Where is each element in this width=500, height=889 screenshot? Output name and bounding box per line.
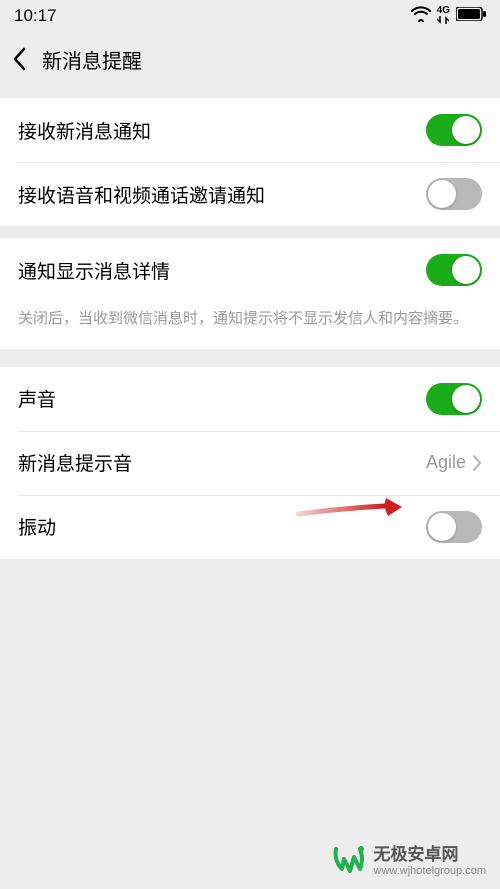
toggle-receive-new-messages[interactable]	[426, 114, 482, 146]
settings-group-detail: 通知显示消息详情 关闭后，当收到微信消息时，通知提示将不显示发信人和内容摘要。	[0, 238, 500, 349]
page-header: 新消息提醒	[0, 32, 500, 86]
watermark-url: www.wjhotelgroup.com	[374, 865, 487, 877]
toggle-show-message-detail[interactable]	[426, 254, 482, 286]
toggle-receive-call-invites[interactable]	[426, 178, 482, 210]
row-receive-new-messages[interactable]: 接收新消息通知	[0, 98, 500, 162]
back-icon[interactable]	[12, 47, 26, 71]
watermark-logo-icon	[330, 841, 366, 877]
wifi-icon	[411, 6, 431, 27]
page-title: 新消息提醒	[42, 45, 142, 74]
row-label: 新消息提示音	[18, 449, 132, 476]
status-time: 10:17	[14, 6, 57, 26]
row-label: 接收新消息通知	[18, 117, 151, 144]
row-sound[interactable]: 声音	[0, 367, 500, 431]
settings-group-notifications: 接收新消息通知 接收语音和视频通话邀请通知	[0, 98, 500, 226]
row-value: Agile	[426, 452, 466, 473]
chevron-right-icon	[472, 454, 482, 472]
watermark-brand: 无极安卓网	[374, 840, 487, 865]
settings-group-sound: 声音 新消息提示音 Agile 振动	[0, 367, 500, 559]
row-label: 振动	[18, 513, 56, 540]
battery-icon	[456, 6, 486, 26]
toggle-vibrate[interactable]	[426, 511, 482, 543]
row-notification-tone[interactable]: 新消息提示音 Agile	[0, 431, 500, 495]
row-label: 接收语音和视频通话邀请通知	[18, 181, 265, 208]
row-description: 关闭后，当收到微信消息时，通知提示将不显示发信人和内容摘要。	[0, 302, 500, 349]
status-bar: 10:17 4G	[0, 0, 500, 32]
row-label: 通知显示消息详情	[18, 257, 170, 284]
toggle-sound[interactable]	[426, 383, 482, 415]
row-vibrate[interactable]: 振动	[0, 495, 500, 559]
row-show-message-detail[interactable]: 通知显示消息详情	[0, 238, 500, 302]
network-icon: 4G	[437, 6, 450, 27]
row-label: 声音	[18, 385, 56, 412]
row-receive-call-invites[interactable]: 接收语音和视频通话邀请通知	[0, 162, 500, 226]
watermark: 无极安卓网 www.wjhotelgroup.com	[330, 840, 487, 877]
